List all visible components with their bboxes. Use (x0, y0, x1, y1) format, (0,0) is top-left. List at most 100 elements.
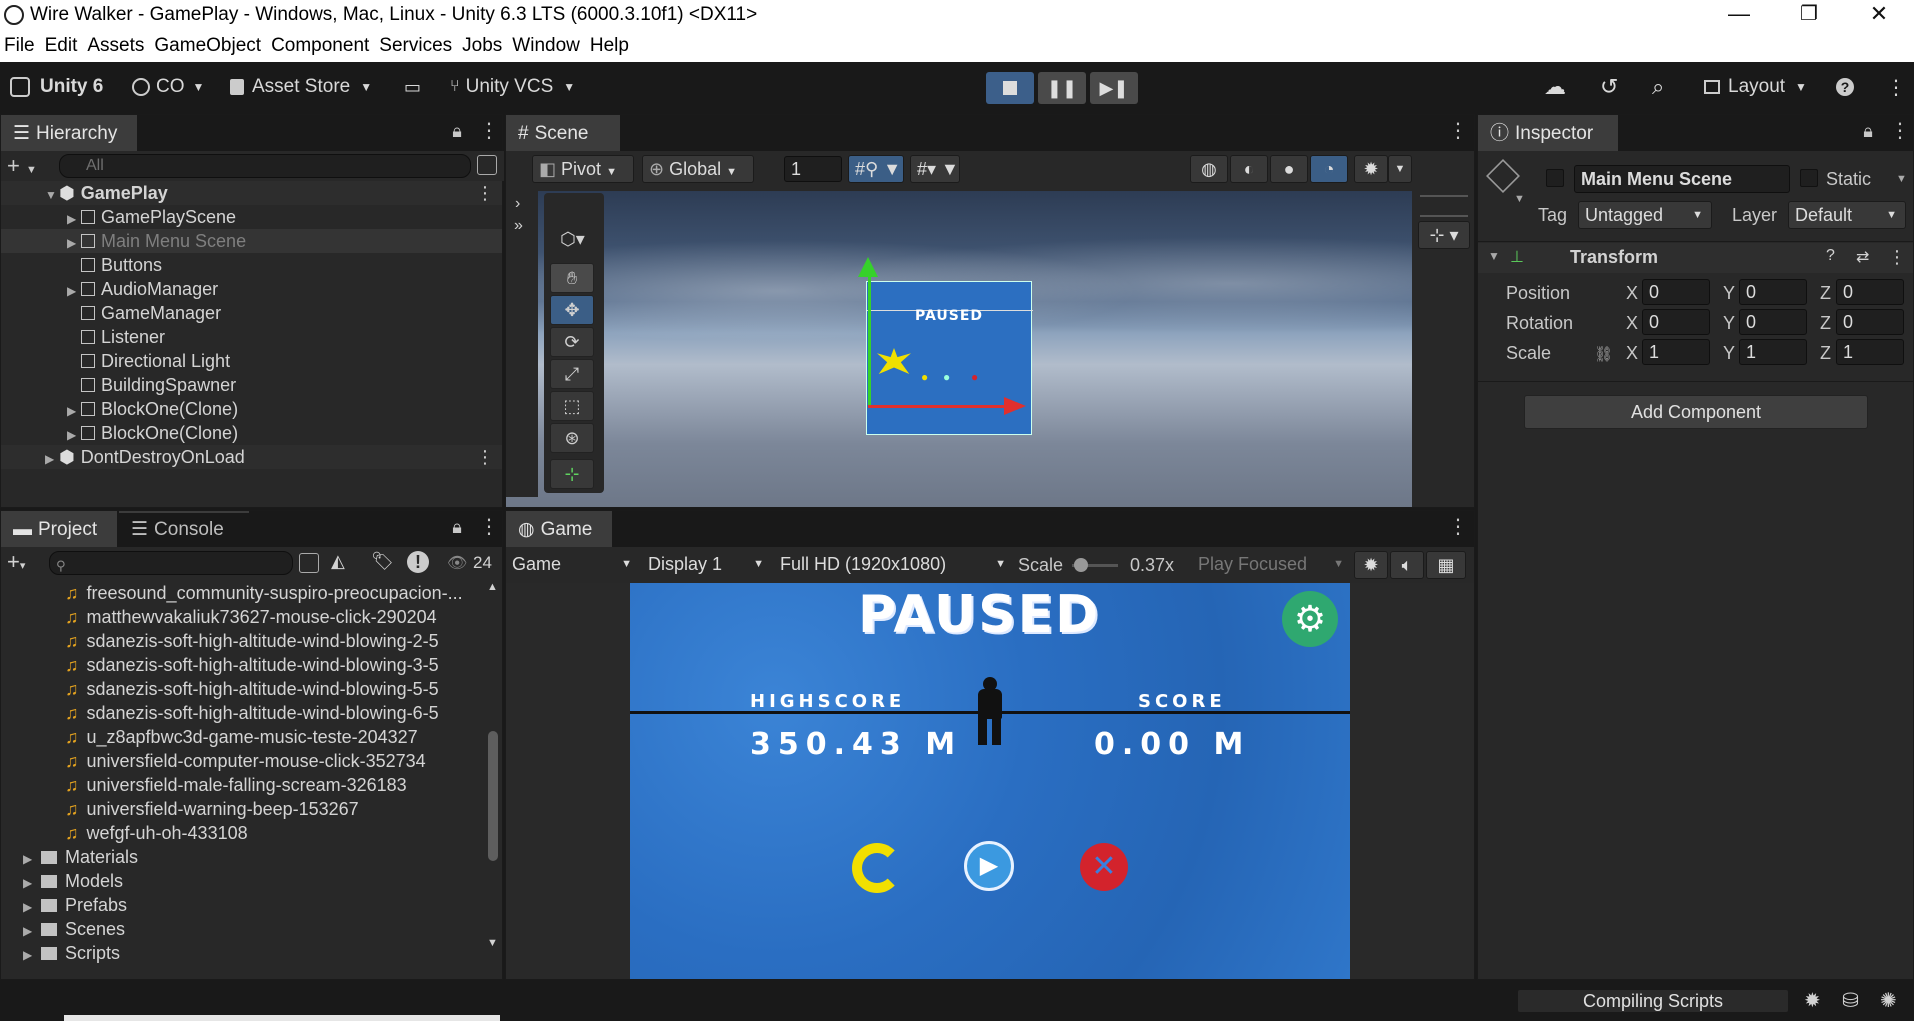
increment-snap-toggle[interactable]: #▾ ▼ (910, 155, 960, 183)
console-tab[interactable]: ☰ Console (119, 511, 249, 547)
object-name-input[interactable]: Main Menu Scene (1574, 165, 1790, 193)
audio-file-item[interactable]: ♫ wefgf-uh-oh-433108 (1, 821, 485, 845)
inspector-menu-icon[interactable]: ⋮ (1890, 121, 1910, 141)
hierarchy-tab[interactable]: ☰ Hierarchy (1, 115, 137, 151)
overlay-double-expand-icon[interactable]: » (514, 217, 523, 235)
play-stop-button[interactable] (986, 72, 1034, 104)
cache-server-icon[interactable]: ⛁ (1842, 988, 1859, 1013)
project-scrollbar[interactable]: ▲ ▼ (485, 581, 501, 951)
lock-icon[interactable]: 🔒︎ (451, 517, 463, 537)
display-dropdown[interactable]: Display 1 ▼ (642, 551, 772, 579)
expand-arrow-icon[interactable]: ▶ (67, 207, 81, 231)
folder-item[interactable]: ▶ Scenes (1, 917, 485, 941)
component-menu-icon[interactable]: ⋮ (1888, 247, 1906, 268)
scene-root-row[interactable]: ▼ ⬢ GamePlay ⋮ (1, 181, 502, 205)
position-field[interactable]: 0 (1836, 279, 1904, 305)
expand-arrow-icon[interactable]: ▶ (23, 847, 37, 871)
scale-field[interactable]: 1 (1739, 339, 1807, 365)
game-menu-icon[interactable]: ⋮ (1448, 517, 1468, 537)
scene-viewport[interactable]: › » ⬡▾ ✋︎ ✥ ⟳ ⤢ ⬚ ⊛ ⊹ PAUSED ● ● ● (506, 191, 1412, 507)
cloud-button[interactable]: ☁ (1544, 70, 1566, 104)
scene-menu-icon[interactable]: ⋮ (476, 181, 494, 205)
step-button[interactable]: ▶❚ (1090, 72, 1138, 104)
hierarchy-item[interactable]: GameManager (1, 301, 502, 325)
create-plus-icon[interactable]: +▾ (7, 549, 25, 575)
static-dropdown[interactable]: ▼ (1896, 173, 1907, 185)
grid-snap-toggle[interactable]: #⚲ ▼ (848, 155, 904, 183)
audio-file-item[interactable]: ♫ sdanezis-soft-high-altitude-wind-blowin… (1, 701, 485, 725)
settings-button[interactable]: ⚙ (1282, 591, 1338, 647)
icon-dropdown[interactable]: ▼ (1514, 193, 1525, 205)
hidden-packages-icon[interactable]: 👁︎ (447, 553, 467, 573)
stats-toggle[interactable]: ✹ (1354, 551, 1388, 579)
expand-arrow-icon[interactable]: ▶ (67, 399, 81, 423)
position-field[interactable]: 0 (1739, 279, 1807, 305)
resolution-dropdown[interactable]: Full HD (1920x1080) ▼ (774, 551, 1014, 579)
quit-button[interactable]: ✕ (1080, 843, 1128, 891)
minimize-button[interactable]: — (1710, 0, 1768, 30)
gizmos-toggle[interactable]: ✹ (1354, 155, 1388, 183)
hand-tool-button[interactable]: ✋︎ (550, 263, 594, 293)
position-field[interactable]: 0 (1642, 279, 1710, 305)
gizmos-dropdown[interactable]: ▼ (1388, 155, 1412, 183)
gizmo-x-axis[interactable] (868, 405, 1008, 408)
audio-file-item[interactable]: ♫ sdanezis-soft-high-altitude-wind-blowin… (1, 629, 485, 653)
project-menu-icon[interactable]: ⋮ (479, 517, 499, 537)
expand-arrow-icon[interactable]: ▶ (67, 231, 81, 255)
audio-file-item[interactable]: ♫ universfield-computer-mouse-click-35273… (1, 749, 485, 773)
constrain-proportions-icon[interactable]: ⛓ (1594, 345, 1613, 363)
lock-icon[interactable]: 🔒︎ (1862, 121, 1874, 141)
audio-file-item[interactable]: ♫ sdanezis-soft-high-altitude-wind-blowin… (1, 677, 485, 701)
add-component-button[interactable]: Add Component (1524, 395, 1868, 429)
menu-edit[interactable]: Edit (41, 35, 82, 57)
help-button[interactable]: ? (1836, 70, 1854, 104)
draw-mode-shaded-wire-button[interactable]: ◐ (1230, 155, 1268, 183)
unity-version-button[interactable]: Unity 6 (10, 70, 103, 104)
hierarchy-menu-icon[interactable]: ⋮ (479, 121, 499, 141)
close-button[interactable]: ✕ (1850, 0, 1908, 30)
hierarchy-item[interactable]: Buttons (1, 253, 502, 277)
folder-item[interactable]: ▶ Scripts (1, 941, 485, 965)
scale-field[interactable]: 1 (1642, 339, 1710, 365)
global-dropdown[interactable]: ⊕ Global ▼ (642, 155, 754, 183)
debug-icon[interactable]: ✹ (1804, 988, 1821, 1013)
preset-icon[interactable]: ⇄ (1856, 247, 1869, 267)
play-mode-dropdown[interactable]: Play Focused ▼ (1192, 551, 1352, 579)
hierarchy-item[interactable]: ▶ GamePlayScene (1, 205, 502, 229)
transform-tool-button[interactable]: ⊛ (550, 423, 594, 453)
hierarchy-item[interactable]: Listener (1, 325, 502, 349)
folder-item[interactable]: ▶ Prefabs (1, 893, 485, 917)
vcs-dropdown[interactable]: ⑂ Unity VCS ▼ (450, 70, 575, 104)
hierarchy-item[interactable]: ▶ BlockOne(Clone) (1, 421, 502, 445)
label-icon[interactable]: 🏷︎ (371, 551, 394, 572)
view-options-icon[interactable]: ⬡▾ (560, 229, 585, 250)
draw-mode-lit-button[interactable]: ◔ (1310, 155, 1348, 183)
game-screen[interactable]: PAUSED ⚙ HIGHSCORE 350.43 M SCORE 0.00 M… (630, 583, 1350, 979)
audio-file-item[interactable]: ♫ u_z8apfbwc3d-game-music-teste-204327 (1, 725, 485, 749)
filter-type-icon[interactable]: ◭ (331, 551, 345, 572)
rect-tool-button[interactable]: ⬚ (550, 391, 594, 421)
menu-assets[interactable]: Assets (83, 35, 148, 57)
view-mode-dropdown[interactable]: Game ▼ (506, 551, 640, 579)
search-scene-icon[interactable] (299, 553, 319, 573)
hierarchy-item[interactable]: ▶ AudioManager (1, 277, 502, 301)
rotate-tool-button[interactable]: ⟳ (550, 327, 594, 357)
inspector-tab[interactable]: ⓘ Inspector (1478, 115, 1618, 151)
layout-dropdown[interactable]: Layout ▼ (1704, 70, 1807, 104)
scroll-thumb[interactable] (488, 731, 498, 861)
toolbar-more-button[interactable]: ⋮ (1886, 70, 1906, 104)
menu-help[interactable]: Help (586, 35, 633, 57)
menu-window[interactable]: Window (508, 35, 584, 57)
pause-button[interactable]: ❚❚ (1038, 72, 1086, 104)
camera-mode-dropdown[interactable]: ⊹ ▾ (1418, 221, 1470, 249)
audio-file-item[interactable]: ♫ matthewvakaliuk73627-mouse-click-290204 (1, 605, 485, 629)
audio-file-item[interactable]: ♫ universfield-male-falling-scream-326183 (1, 773, 485, 797)
hierarchy-item[interactable]: ▶ Main Menu Scene (1, 229, 502, 253)
resume-button[interactable]: ▶ (964, 841, 1014, 891)
issues-icon[interactable]: ! (407, 551, 429, 573)
active-checkbox[interactable] (1546, 169, 1564, 187)
ddol-root-row[interactable]: ▶ ⬢ DontDestroyOnLoad ⋮ (1, 445, 502, 469)
rotation-field[interactable]: 0 (1836, 309, 1904, 335)
mute-audio-toggle[interactable]: 🔈︎ (1390, 551, 1424, 579)
gizmo-y-axis[interactable] (868, 267, 871, 407)
